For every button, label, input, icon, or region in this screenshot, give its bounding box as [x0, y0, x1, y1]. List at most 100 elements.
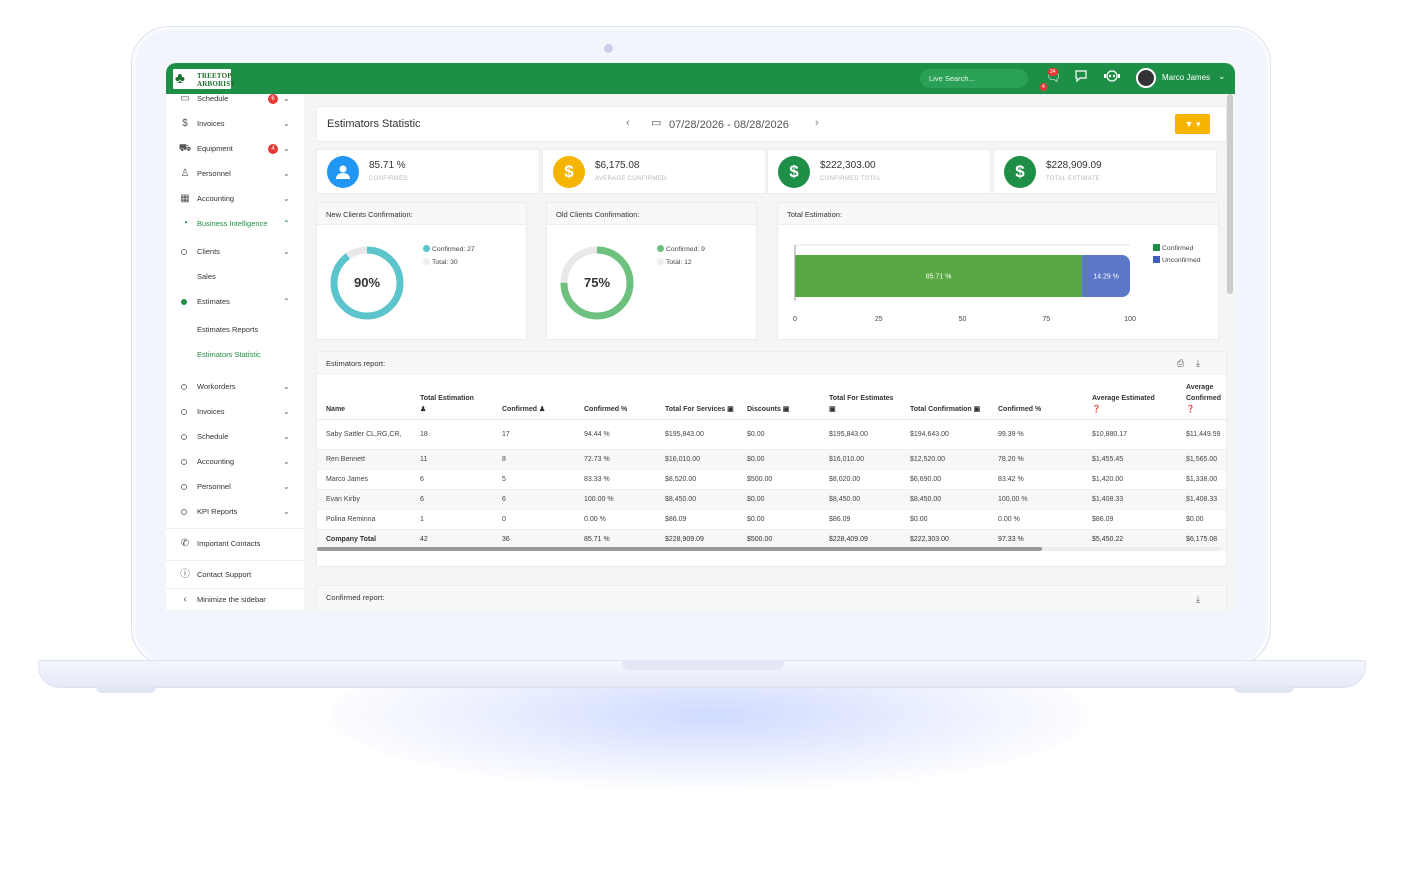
calendar-icon[interactable]: ▭ [651, 116, 661, 129]
x-tick-label: 100 [1124, 316, 1136, 323]
sidebar-subitem-sales[interactable]: Sales [166, 268, 304, 286]
chevron-down-icon: ⌄ [283, 169, 290, 178]
stat-value: 85.71 % [369, 160, 406, 171]
tree-icon: ♣ [175, 70, 185, 87]
sidebar-item-contact-support[interactable]: ⓘ Contact Support [166, 566, 304, 584]
table-cell: $1,420.00 [1083, 469, 1177, 490]
sidebar-item-schedule[interactable]: ▭ Schedule 6 ⌄ [166, 90, 304, 108]
column-header[interactable]: Total Confirmation ▣ [901, 375, 989, 420]
column-header[interactable]: Total Estimation ♟ [411, 375, 493, 420]
sidebar-subitem-schedule[interactable]: Schedule ⌄ [166, 428, 304, 446]
sidebar-subitem-estimates-reports[interactable]: Estimates Reports [166, 321, 304, 339]
sidebar-item-label: Schedule [197, 432, 229, 441]
sidebar-subitem-estimates[interactable]: Estimates ⌃ [166, 293, 304, 311]
table-cell: $16,010.00 [656, 449, 738, 470]
sidebar-item-minimize[interactable]: ‹ Minimize the sidebar [166, 591, 304, 609]
stat-card-confirmed-total: $ $222,303.00 CONFIRMED TOTAL [767, 149, 991, 194]
column-header[interactable]: Confirmed % [989, 375, 1083, 420]
sidebar-item-important-contacts[interactable]: ✆ Important Contacts [166, 535, 304, 553]
column-header[interactable]: Name [317, 375, 411, 420]
table-cell: $222,303.00 [901, 529, 989, 550]
sidebar-item-label: Sales [197, 272, 216, 281]
user-avatar[interactable] [1136, 68, 1156, 88]
sidebar-subitem-invoices[interactable]: Invoices ⌄ [166, 403, 304, 421]
table-cell: 18 [411, 419, 493, 450]
sidebar-item-personnel[interactable]: ♙ Personnel ⌄ [166, 165, 304, 183]
column-header[interactable]: Average Confirmed ❓ [1177, 375, 1226, 420]
table-row[interactable]: Evan Kirby 6 6 100.00 % $8,450.00 $0.00 $8,450… [317, 489, 1226, 510]
table-cell: $194,643.00 [901, 419, 989, 450]
table-cell: $0.00 [1177, 509, 1226, 530]
table-row[interactable]: Saby Sattler CL,RG,CR, 18 17 94.44 % $195,84… [317, 419, 1226, 450]
person-icon [327, 156, 359, 188]
robot-icon[interactable] [1104, 69, 1120, 87]
table-cell: 42 [411, 529, 493, 550]
sidebar-item-accounting[interactable]: ▦ Accounting ⌄ [166, 190, 304, 208]
sidebar-item-label: Accounting [197, 194, 235, 203]
table-cell: 1 [411, 509, 493, 530]
chevron-left-icon: ‹ [183, 594, 187, 605]
prev-period-button[interactable]: ‹ [626, 117, 630, 129]
table-row[interactable]: Polina Reminna 1 0 0.00 % $86.09 $0.00 $86.09 $… [317, 509, 1226, 530]
bullet-icon [181, 384, 187, 390]
column-header[interactable]: Confirmed ♟ [493, 375, 575, 420]
sidebar-subitem-accounting[interactable]: Accounting ⌄ [166, 453, 304, 471]
donut-percent: 90% [354, 275, 380, 290]
table-row[interactable]: Marco James 6 5 83.33 % $8,520.00 $500.00 $8,0… [317, 469, 1226, 490]
sidebar-item-invoices[interactable]: $ Invoices ⌄ [166, 115, 304, 133]
chevron-down-icon: ⌄ [283, 144, 290, 153]
divider [166, 528, 304, 529]
sidebar-subitem-estimators-statistic[interactable]: Estimators Statistic [166, 346, 304, 364]
company-logo[interactable]: ♣ TREETOP ARBORIST [172, 68, 235, 90]
old-clients-panel: Old Clients Confirmation: 75% Confirmed:… [546, 202, 757, 340]
sidebar-item-equipment[interactable]: ⛟ Equipment 4 ⌄ [166, 140, 304, 158]
bullet-icon [181, 459, 187, 465]
print-icon[interactable]: ⎙ [1177, 358, 1184, 369]
table-cell: 6 [411, 469, 493, 490]
divider [166, 588, 304, 589]
date-range-picker[interactable]: 07/28/2026 - 08/28/2026 [669, 119, 789, 131]
cash-icon: ▣ [727, 405, 734, 413]
table-cell: 72.73 % [575, 449, 656, 470]
column-header[interactable]: Average Estimated ❓ [1083, 375, 1177, 420]
download-icon[interactable]: ⤓ [1196, 594, 1200, 605]
sidebar-item-label: Invoices [197, 119, 225, 128]
sidebar-subitem-workorders[interactable]: Workorders ⌄ [166, 378, 304, 396]
table-cell: $8,450.00 [656, 489, 738, 510]
stat-card-average-confirmed: $ $6,175.08 AVERAGE CONFIRMED [542, 149, 766, 194]
scrollbar-thumb[interactable] [317, 547, 1042, 551]
panel-title: Estimators report: [317, 352, 1226, 374]
help-icon: ❓ [1186, 405, 1195, 413]
filter-button[interactable]: ▼ ▾ [1175, 114, 1210, 134]
column-header[interactable]: Total For Services ▣ [656, 375, 738, 420]
table-cell: $1,338.00 [1177, 469, 1226, 490]
sidebar-item-label: Clients [197, 247, 220, 256]
table-cell: 0.00 % [575, 509, 656, 530]
chevron-down-icon[interactable]: ⌄ [1218, 71, 1226, 82]
column-header[interactable]: Discounts ▣ [738, 375, 820, 420]
chat-icon[interactable] [1074, 69, 1088, 87]
calendar-icon: ▭ [180, 93, 190, 104]
table-cell: $8,020.00 [820, 469, 901, 490]
stat-label: TOTAL ESTIMATE [1046, 176, 1100, 182]
user-name[interactable]: Marco James [1162, 73, 1210, 82]
table-cell: Marco James [317, 469, 411, 490]
sidebar-subitem-kpi-reports[interactable]: KPI Reports ⌄ [166, 503, 304, 521]
table-cell: $10,880.17 [1083, 419, 1177, 450]
sidebar-subitem-personnel[interactable]: Personnel ⌄ [166, 478, 304, 496]
total-estimation-panel: Total Estimation: 85.71 % 14.29 % 0 25 50 75 1… [777, 202, 1219, 340]
sidebar-subitem-clients[interactable]: Clients ⌄ [166, 243, 304, 261]
sidebar-item-business-intelligence[interactable]: ◔ Business Intelligence ⌃ [166, 215, 304, 233]
sidebar-item-label: Personnel [197, 169, 231, 178]
confirmed-report-panel: Confirmed report: ⤓ [316, 585, 1227, 610]
live-search-input[interactable]: Live Search... [920, 69, 1028, 88]
table-row[interactable]: Ren Bennett 11 8 72.73 % $16,010.00 $0.00 $16,… [317, 449, 1226, 470]
next-period-button[interactable]: › [815, 117, 819, 129]
table-cell: 83.33 % [575, 469, 656, 490]
stat-value: $228,909.09 [1046, 160, 1102, 171]
column-header[interactable]: Confirmed % [575, 375, 656, 420]
person-icon: ♟ [420, 405, 427, 413]
vertical-scrollbar[interactable] [1227, 94, 1233, 294]
column-header[interactable]: Total For Estimates ▣ [820, 375, 901, 420]
download-icon[interactable]: ⤓ [1196, 358, 1200, 369]
